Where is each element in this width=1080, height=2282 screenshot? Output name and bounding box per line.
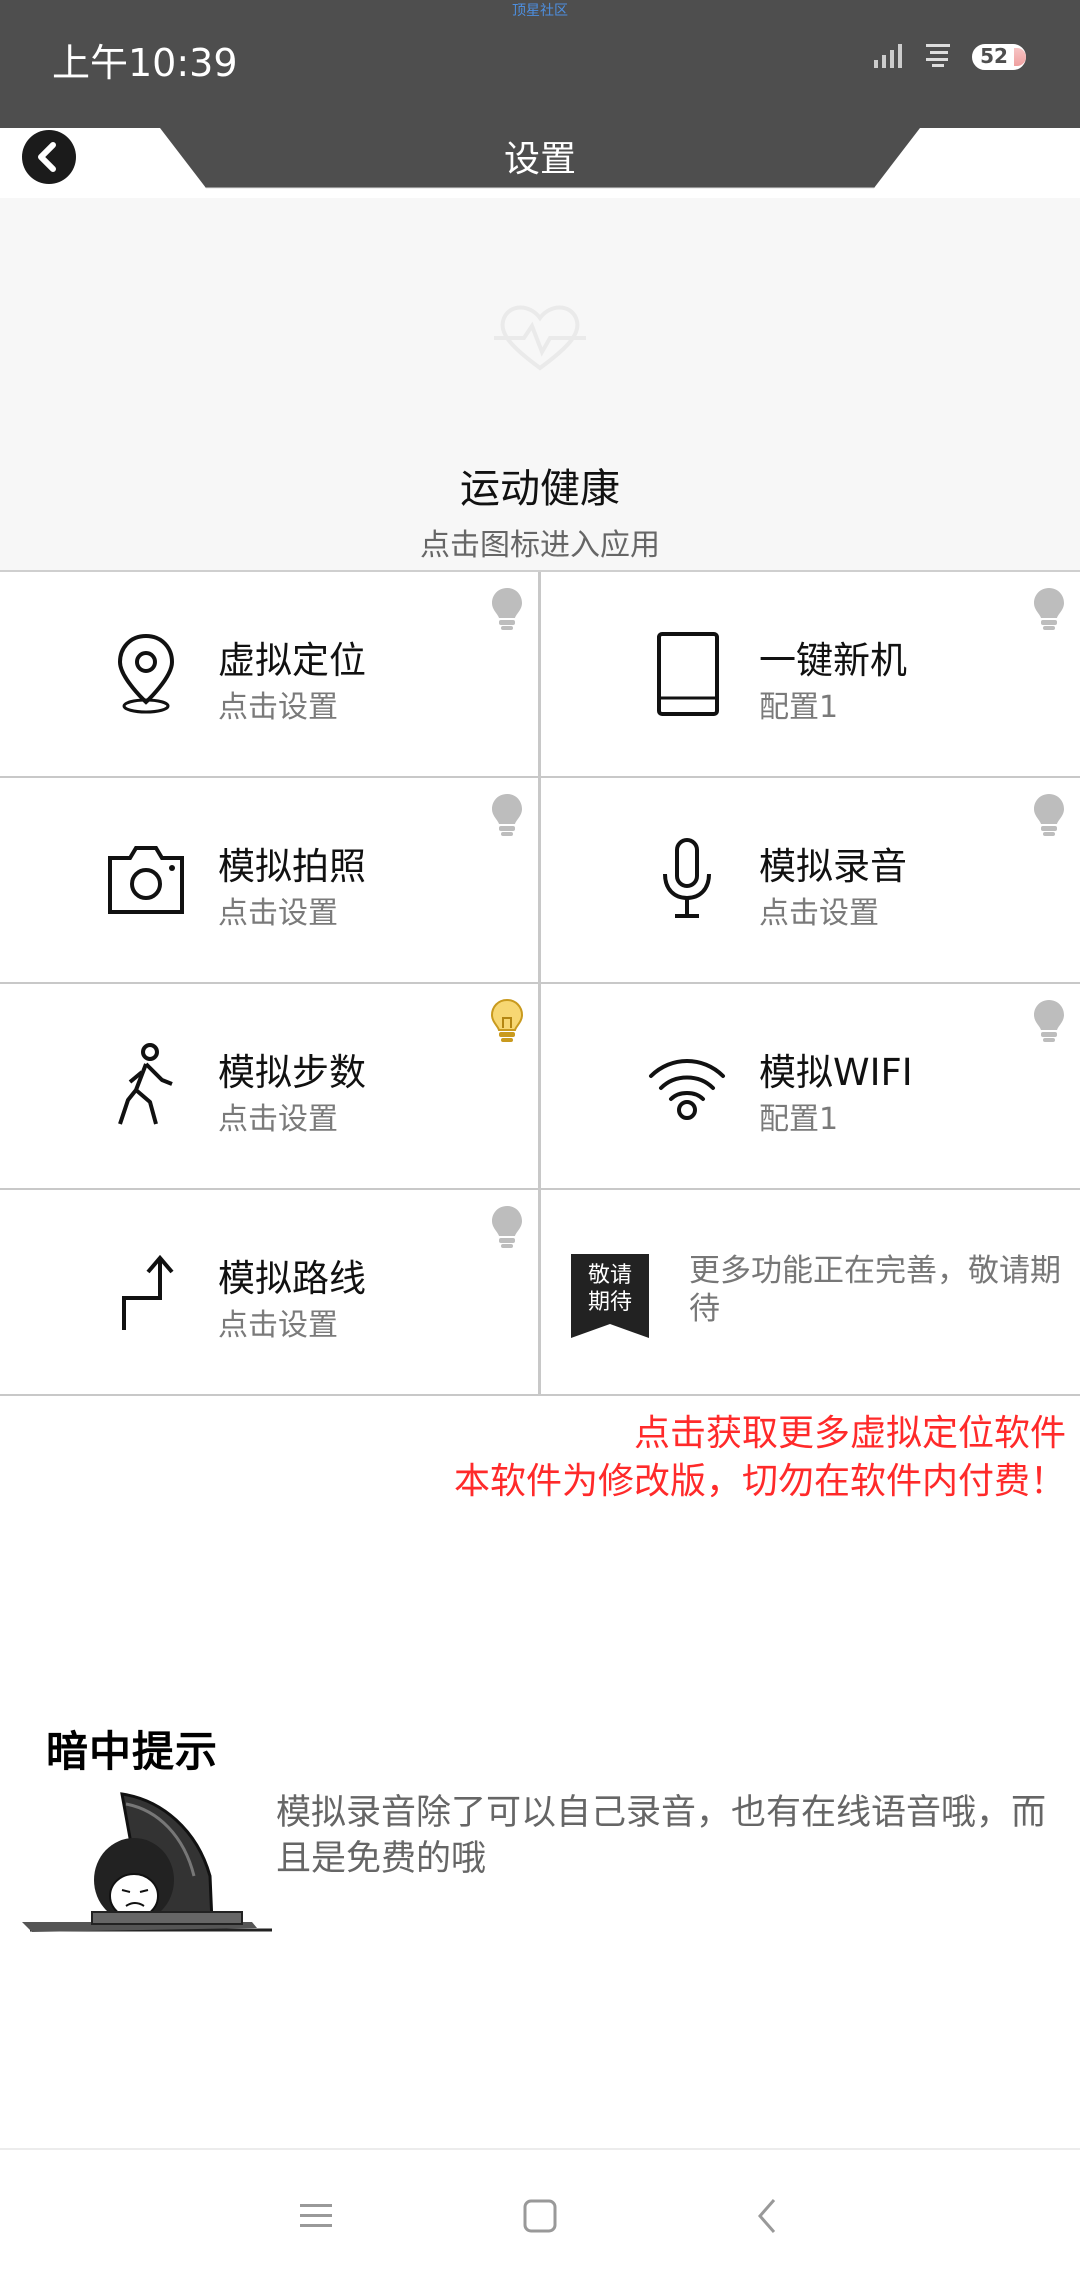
camera-icon [108, 846, 184, 914]
page-title: 设置 [503, 139, 576, 180]
feature-sub: 点击设置 [759, 896, 879, 931]
download-notice[interactable]: 点击获取更多虚拟定位软件 本软件为修改版，切勿在软件内付费！ [454, 1410, 1066, 1506]
tag-line-1: 敬请 [587, 1263, 632, 1288]
feature-simulate-wifi[interactable]: 模拟WIFI 配置1 [538, 984, 1080, 1190]
feature-coming-soon: 敬请 期待 更多功能正在完善，敬请期待 [538, 1190, 1080, 1396]
feature-sub: 点击设置 [218, 690, 338, 725]
meme-sticker-image [22, 1792, 272, 1932]
feature-grid: 虚拟定位 点击设置 一键新机 配置1 模拟拍照 点击设置 模拟录音 点击设置 模… [0, 570, 1080, 1396]
microphone-icon [663, 838, 711, 918]
system-nav-bar [0, 2148, 1080, 2282]
status-time: 上午10:39 [52, 41, 238, 85]
notice-line-1[interactable]: 点击获取更多虚拟定位软件 [454, 1410, 1066, 1458]
lightbulb-off-icon [492, 1206, 522, 1248]
location-pin-icon [117, 633, 175, 714]
walking-person-icon [118, 1043, 173, 1125]
feature-name: 模拟步数 [218, 1051, 366, 1094]
feature-name: 模拟WIFI [759, 1051, 913, 1094]
feature-one-key-new-device[interactable]: 一键新机 配置1 [538, 572, 1080, 778]
wifi-icon [649, 1059, 725, 1120]
heart-pulse-icon[interactable] [490, 298, 590, 378]
lightbulb-on-icon [490, 998, 524, 1042]
status-bar-watermark: 顶星社区 [512, 3, 568, 19]
lightbulb-off-icon [1034, 794, 1064, 836]
feature-name: 虚拟定位 [218, 639, 366, 682]
home-icon[interactable] [520, 2196, 560, 2236]
feature-simulate-steps[interactable]: 模拟步数 点击设置 [0, 984, 538, 1190]
feature-name: 模拟路线 [218, 1257, 366, 1300]
lightbulb-off-icon [1034, 1000, 1064, 1042]
coming-soon-tag: 敬请 期待 [571, 1254, 649, 1338]
tip-text: 模拟录音除了可以自己录音，也有在线语音哦，而且是免费的哦 [276, 1793, 1047, 1879]
feature-virtual-location[interactable]: 虚拟定位 点击设置 [0, 572, 538, 778]
chevron-left-icon [38, 142, 56, 172]
feature-sub: 点击设置 [218, 1308, 338, 1343]
feature-simulate-photo[interactable]: 模拟拍照 点击设置 [0, 778, 538, 984]
feature-sub: 配置1 [759, 690, 839, 725]
title-bar: 设置 [0, 128, 1080, 198]
tablet-icon [657, 632, 719, 716]
feature-sub: 配置1 [759, 1102, 839, 1137]
feature-name: 一键新机 [759, 639, 907, 682]
notice-line-2: 本软件为修改版，切勿在软件内付费！ [453, 1461, 1066, 1502]
feature-simulate-recording[interactable]: 模拟录音 点击设置 [538, 778, 1080, 984]
feature-sub: 点击设置 [218, 896, 338, 931]
feature-sub: 点击设置 [218, 1102, 338, 1137]
cellular-signal-icon [874, 44, 902, 68]
app-hint: 点击图标进入应用 [420, 528, 660, 563]
status-wifi-icon [926, 44, 950, 67]
tag-line-2: 期待 [587, 1290, 632, 1315]
battery-level: 52 [980, 44, 1008, 68]
tip-title: 暗中提示 [46, 1727, 219, 1776]
lightbulb-off-icon [492, 794, 522, 836]
menu-icon[interactable] [296, 2196, 336, 2236]
coming-soon-text: 更多功能正在完善，敬请期待 [689, 1253, 1061, 1327]
feature-simulate-route[interactable]: 模拟路线 点击设置 [0, 1190, 538, 1396]
feature-name: 模拟录音 [759, 845, 907, 888]
battery-icon: 52 [972, 44, 1026, 70]
back-nav-icon[interactable] [748, 2196, 788, 2236]
status-bar: 顶星社区 上午10:39 52 [0, 0, 1080, 128]
lightbulb-off-icon [492, 588, 522, 630]
route-arrow-icon [122, 1254, 174, 1330]
app-launch-area[interactable]: 运动健康 点击图标进入应用 [0, 198, 1080, 570]
app-name: 运动健康 [460, 466, 620, 512]
feature-name: 模拟拍照 [218, 845, 366, 888]
back-button[interactable] [22, 130, 76, 184]
lightbulb-off-icon [1034, 588, 1064, 630]
